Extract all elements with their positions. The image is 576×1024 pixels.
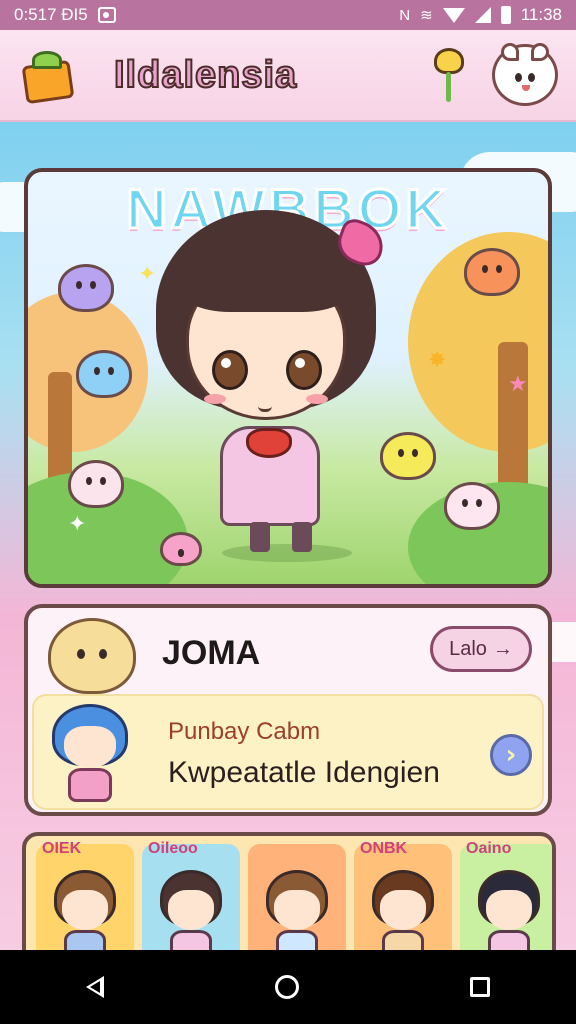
blue-bear-icon xyxy=(76,350,132,398)
signal-icon xyxy=(474,7,491,23)
orange-blob-icon xyxy=(464,248,520,296)
character-tag: ONBK xyxy=(360,840,408,857)
main-character xyxy=(150,200,390,570)
quest-banner[interactable]: Punbay Cabm Kwpeatatle Idengien › xyxy=(32,694,544,810)
arrow-right-icon: → xyxy=(492,637,513,660)
recent-apps-icon[interactable] xyxy=(470,977,491,997)
purple-cat-icon xyxy=(58,264,114,312)
gift-box-logo-icon[interactable] xyxy=(18,45,84,105)
next-button[interactable]: › xyxy=(490,734,532,776)
white-cat-icon xyxy=(68,460,124,508)
character-tag: Oaino xyxy=(466,840,512,857)
vibrate-icon: ≋ xyxy=(420,7,433,24)
character-list: OIEK Oileoo ONBK Oaino xyxy=(22,832,556,962)
app-title: Ildalensia xyxy=(113,53,298,97)
blue-hair-character-avatar xyxy=(52,704,128,804)
wifi-icon xyxy=(442,7,465,23)
user-name: JOMA xyxy=(162,634,261,672)
photo-icon xyxy=(97,7,116,23)
yellow-frog-icon xyxy=(380,432,436,480)
quest-subtitle: Kwpeatatle Idengien xyxy=(168,756,440,789)
app-header: Ildalensia xyxy=(0,30,576,122)
sparkle-icon: ✦ xyxy=(68,512,87,537)
character-card[interactable]: Oileoo xyxy=(142,840,240,958)
status-time: 11:38 xyxy=(520,5,562,24)
profile-card: JOMA Lalo → Punbay Cabm Kwpeatatle Ideng… xyxy=(24,604,552,816)
chevron-right-icon: › xyxy=(505,740,517,770)
status-bar: 0:517 ĐI5 N ≋ 11:38 xyxy=(0,0,576,30)
pink-cat-icon xyxy=(444,482,500,530)
cat-mascot-icon xyxy=(48,618,136,694)
flower-icon[interactable] xyxy=(424,44,468,106)
character-card[interactable]: Oaino xyxy=(460,840,552,958)
character-card[interactable] xyxy=(248,844,346,958)
character-card[interactable]: ONBK xyxy=(354,840,452,958)
star-icon: ✸ xyxy=(428,348,447,373)
profile-action-button[interactable]: Lalo → xyxy=(430,626,532,672)
system-nav-bar xyxy=(0,950,576,1024)
profile-action-label: Lalo xyxy=(449,637,487,660)
bear-avatar-icon[interactable] xyxy=(492,43,558,106)
nfc-icon: N xyxy=(399,6,411,24)
back-icon[interactable] xyxy=(85,976,104,998)
character-tag: Oileoo xyxy=(148,840,198,857)
character-card[interactable]: OIEK xyxy=(36,840,134,958)
battery-icon xyxy=(500,6,511,24)
status-left-text: 0:517 ĐI5 xyxy=(14,5,88,24)
star-icon: ★ xyxy=(508,372,528,397)
home-icon[interactable] xyxy=(274,975,299,999)
character-tag: OIEK xyxy=(42,840,82,857)
quest-title: Punbay Cabm xyxy=(168,718,321,745)
